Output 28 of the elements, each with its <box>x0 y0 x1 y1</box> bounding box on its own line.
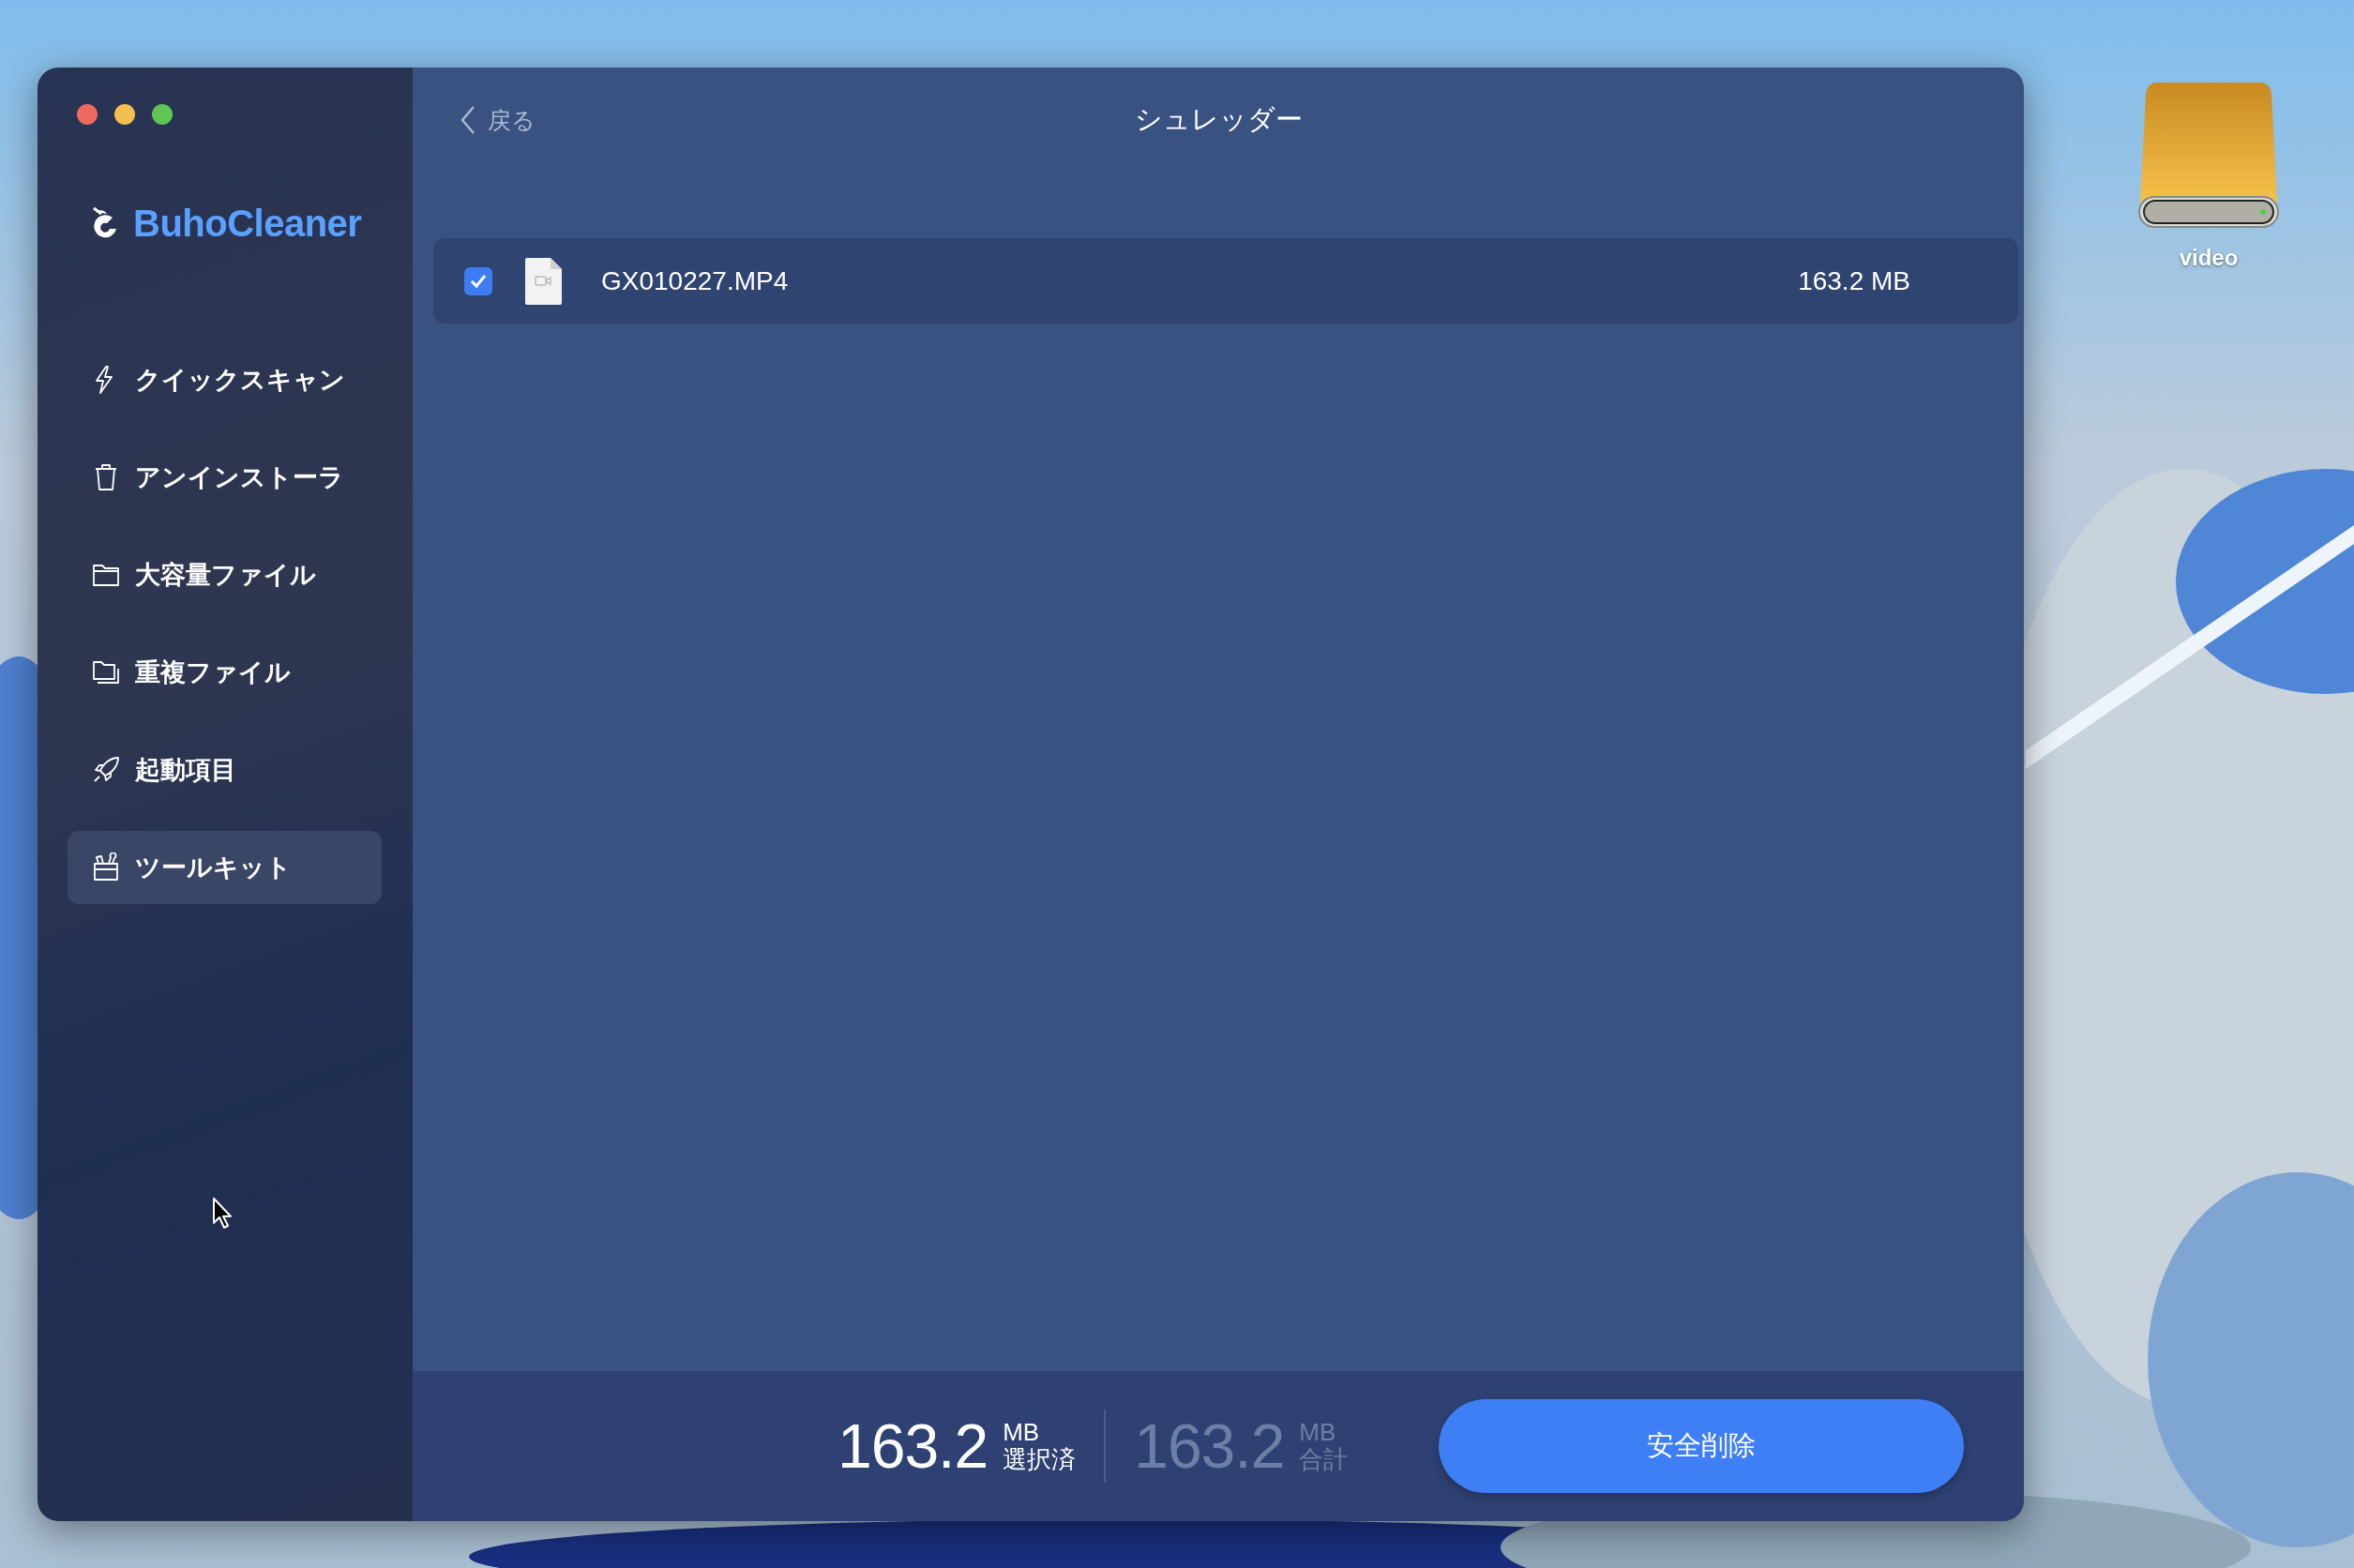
sidebar-item[interactable]: 重複ファイル <box>68 636 382 709</box>
selected-size: 163.2 <box>837 1410 988 1482</box>
selected-label: 選択済 <box>1003 1446 1077 1473</box>
sidebar-item[interactable]: ツールキット <box>68 831 382 904</box>
zoom-button[interactable] <box>152 104 173 125</box>
sidebar-item[interactable]: 大容量ファイル <box>68 538 382 611</box>
size-unit: MB <box>1299 1419 1337 1446</box>
sidebar-item[interactable]: 起動項目 <box>68 733 382 807</box>
external-drive-icon <box>2138 83 2279 228</box>
file-name: GX010227.MP4 <box>601 265 790 296</box>
sidebar-item[interactable]: アンインストーラ <box>68 441 382 514</box>
file-size: 163.2 MB <box>1798 265 1910 296</box>
drive-label: video <box>2179 245 2239 271</box>
checkbox[interactable] <box>464 266 492 295</box>
page-title: シュレッダー <box>1134 103 1303 136</box>
minimize-button[interactable] <box>114 104 135 125</box>
app-name: BuhoCleaner <box>133 203 362 245</box>
size-unit: MB <box>1003 1419 1041 1446</box>
secure-delete-button[interactable]: 安全削除 <box>1439 1399 1965 1493</box>
close-button[interactable] <box>77 104 98 125</box>
total-size: 163.2 <box>1134 1410 1285 1482</box>
video-file-icon <box>524 257 562 305</box>
toolbox-icon <box>92 852 120 882</box>
sidebar-item[interactable]: クイックスキャン <box>68 343 382 416</box>
chevron-left-icon <box>460 105 476 135</box>
pointer-icon <box>212 1197 234 1230</box>
total-label: 合計 <box>1299 1446 1349 1473</box>
back-button[interactable]: 戻る <box>460 104 536 136</box>
